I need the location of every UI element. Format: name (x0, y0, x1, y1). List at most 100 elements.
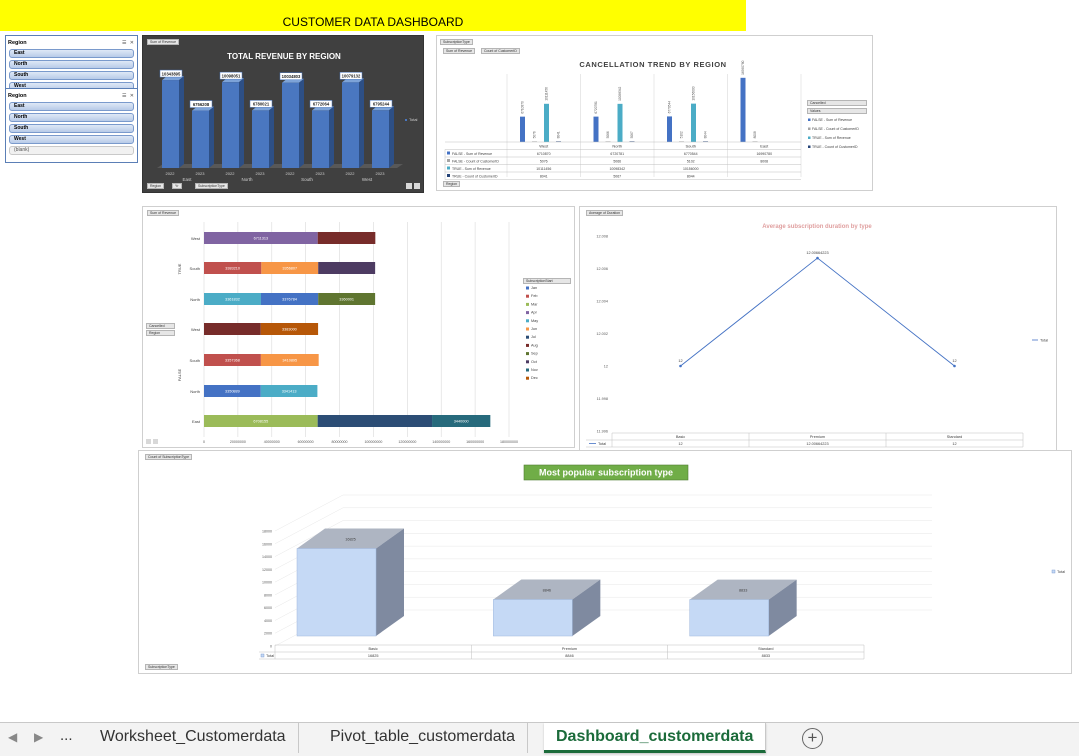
table-cell: 10098342 (609, 167, 625, 171)
x-tick: 60000000 (298, 440, 314, 444)
cancellation-bar (667, 116, 672, 142)
slicer-filter-icons[interactable]: ☰ ✕ (122, 93, 135, 99)
data-label: 3383210 (225, 267, 240, 271)
field-button-count-of-customerid[interactable]: Count of CustomerID (481, 48, 520, 54)
slicer-title: Region (8, 39, 27, 46)
revenue-bar-side (269, 106, 274, 168)
axis-button-region[interactable]: Region (146, 330, 175, 336)
slicer-title: Region (8, 92, 27, 99)
y-group-label: TRUE (177, 263, 182, 274)
table-cell: 8833 (762, 654, 770, 658)
data-label: 6711313 (254, 237, 269, 241)
slicer-item-east[interactable]: East (9, 49, 134, 58)
table-row-label: TRUE - Sum of Revenue (452, 167, 491, 171)
scroll-right-icon[interactable]: ▶ (34, 730, 43, 744)
table-header: East (760, 144, 769, 149)
x-tick-year: 2023 (256, 171, 266, 176)
revenue-bar (162, 80, 179, 168)
cancellation-chart-panel[interactable]: CANCELLATION TREND BY REGION 6710870 5076 1… (436, 35, 873, 191)
cancellation-bar (593, 116, 599, 142)
field-button-average-of-duration[interactable]: Average of Duration (586, 210, 624, 216)
y-tick-region: South (190, 358, 200, 363)
x-tick: 40000000 (264, 440, 280, 444)
legend-button-cancelled[interactable]: Cancelled (807, 100, 867, 106)
slicer-item-south[interactable]: South (9, 71, 134, 80)
y-tick: 6000 (264, 606, 272, 610)
expand-field-icon (406, 183, 412, 189)
scroll-left-icon[interactable]: ◀ (8, 730, 17, 744)
table-header: West (539, 144, 549, 149)
legend-label: TRUE - Count of CustomerID (812, 145, 858, 149)
slicer-item-north[interactable]: North (9, 113, 134, 122)
field-button-subscription-type[interactable]: SubscriptionType (440, 39, 473, 45)
y-tick-region: North (190, 297, 200, 302)
more-sheets-button[interactable]: ... (60, 727, 73, 744)
legend-label: May (531, 319, 538, 323)
data-label: 6780021 (253, 102, 270, 107)
y-tick: 12.004 (596, 300, 608, 304)
slicer-item-south[interactable]: South (9, 124, 134, 133)
legend-label: Dec (531, 376, 538, 380)
legend-button-subscription-start[interactable]: SubscriptionStart (523, 278, 571, 284)
table-legend-key (447, 151, 450, 155)
stacked-bar-segment (317, 415, 433, 427)
sheet-tab-pivot-table[interactable]: Pivot_table_customerdata (318, 723, 528, 753)
cancellation-bar (520, 116, 525, 142)
data-label: 3341413 (282, 390, 297, 394)
add-sheet-button[interactable]: + (802, 728, 823, 749)
table-cell: 5076 (540, 160, 548, 164)
legend-swatch (405, 119, 407, 121)
axis-button-region[interactable]: Region (147, 183, 165, 189)
region-slicer-2[interactable]: Region ☰ ✕ East North South West (blank) (5, 88, 138, 163)
axis-button-region[interactable]: Region (443, 181, 461, 187)
y-tick-region: West (191, 236, 201, 241)
stacked-bar-segment (317, 232, 376, 244)
monthly-revenue-chart-panel[interactable]: 0 20000000 40000000 60000000 80000000 1000000… (142, 206, 575, 448)
duration-chart-panel[interactable]: Average subscription duration by type 12.… (579, 206, 1057, 458)
expand-field-icon (146, 439, 151, 444)
slicer-item-east[interactable]: East (9, 102, 134, 111)
data-label: 3356807 (282, 267, 297, 271)
legend-label: Aug (531, 343, 538, 347)
slicer-filter-icons[interactable]: ☰ ✕ (122, 40, 135, 46)
field-button-count-of-subscription-type[interactable]: Count of SubscriptionType (145, 454, 193, 460)
sheet-tab-dashboard[interactable]: Dashboard_customerdata (544, 723, 767, 753)
legend-swatch (526, 360, 529, 364)
legend-label: Total (1057, 570, 1065, 574)
legend-label: Jul (531, 335, 536, 339)
data-label: 10079132 (342, 74, 361, 79)
legend-swatch (526, 319, 529, 323)
data-label: 5066 (606, 131, 610, 138)
revenue-chart: TOTAL REVENUE BY REGION 10343895 6756208 10… (157, 52, 420, 189)
slicer-item-blank[interactable]: (blank) (9, 146, 134, 155)
slicer-item-west[interactable]: West (9, 135, 134, 144)
legend-button-values[interactable]: Values (807, 108, 867, 114)
slicer-item-north[interactable]: North (9, 60, 134, 69)
revenue-bar-side (179, 76, 184, 168)
table-header: Premium (562, 647, 577, 651)
data-label: 5076 (533, 131, 537, 138)
axis-button-subscription-type[interactable]: SubscriptionType (145, 664, 178, 670)
legend-swatch (526, 343, 529, 347)
cancellation-bar (740, 77, 746, 142)
chart-title: CANCELLATION TREND BY REGION (579, 60, 726, 69)
y-tick: 18000 (262, 530, 272, 534)
y-tick: 11.998 (597, 397, 608, 401)
field-button-sum-of-revenue[interactable]: Sum of Revenue (443, 48, 476, 54)
axis-button-subscription-type[interactable]: SubscriptionType (195, 183, 228, 189)
data-label: 8846 (543, 588, 551, 592)
field-button-sum-of-revenue[interactable]: Sum of Revenue (147, 39, 180, 45)
stacked-bar-segment (204, 323, 261, 335)
revenue-chart-panel[interactable]: TOTAL REVENUE BY REGION 10343895 6756208 10… (142, 35, 424, 193)
x-tick: 20000000 (230, 440, 246, 444)
popular-subscription-chart-panel[interactable]: Most popular subscription type 18000 16000… (138, 450, 1072, 674)
x-tick-region: South (301, 177, 313, 182)
axis-button-yr[interactable]: Yr (172, 183, 182, 189)
sheet-tab-worksheet[interactable]: Worksheet_Customerdata (88, 723, 299, 753)
axis-button-cancelled[interactable]: Cancelled (146, 323, 175, 329)
table-cell: 10156000 (683, 167, 699, 171)
field-button-sum-of-revenue[interactable]: Sum of Revenue (147, 210, 180, 216)
region-slicer-1[interactable]: Region ☰ ✕ East North South West (5, 35, 138, 91)
revenue-bar-side (209, 106, 214, 168)
legend-swatch (526, 294, 529, 298)
